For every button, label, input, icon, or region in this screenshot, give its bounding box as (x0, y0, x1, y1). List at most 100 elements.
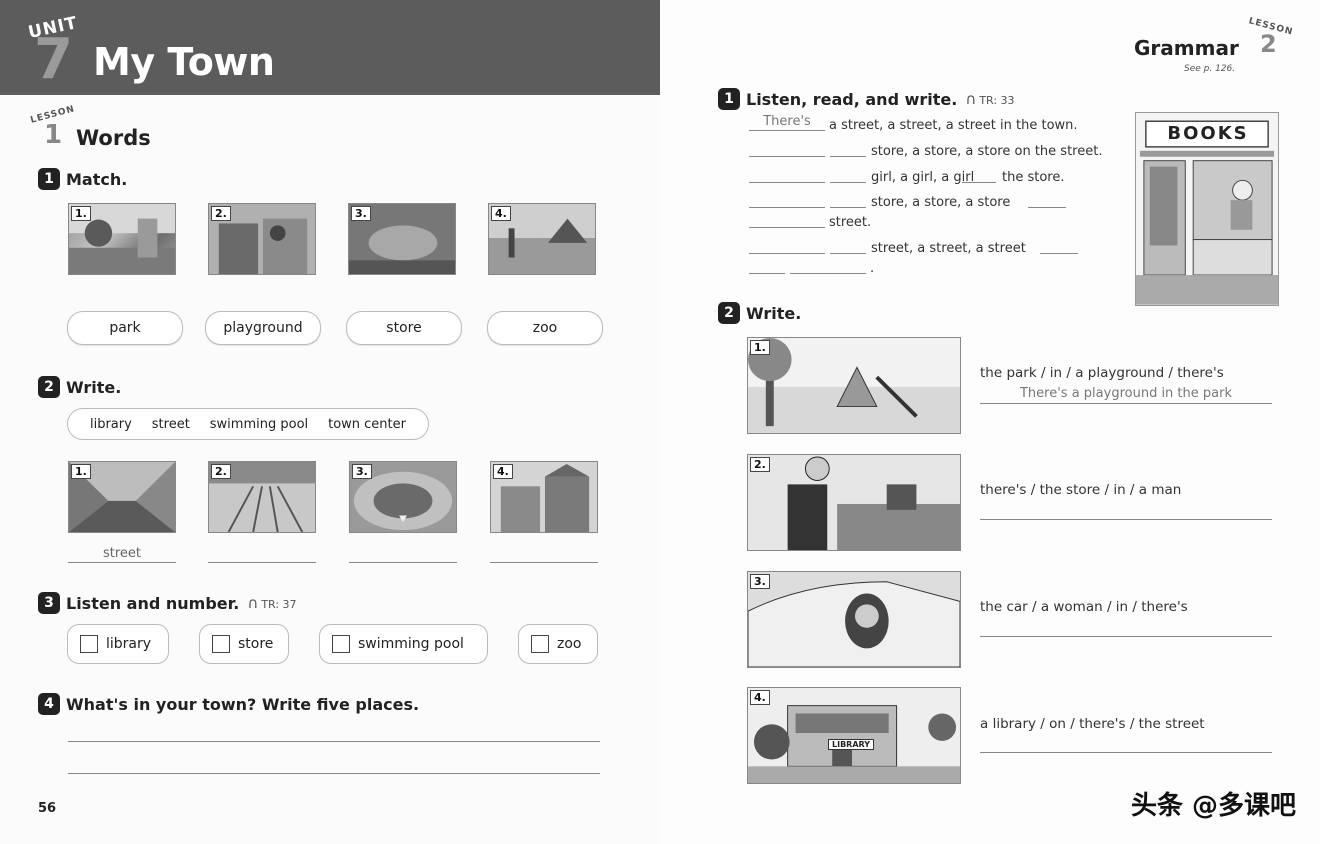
sample-answer: There's a playground in the park (1019, 386, 1232, 401)
photo-park: 1. (68, 203, 176, 275)
word-bank-item: library (89, 416, 132, 432)
word-bank: library street swimming pool town center (67, 408, 429, 440)
checkbox[interactable] (80, 635, 98, 653)
option-swimming-pool[interactable]: swimming pool (319, 624, 488, 664)
unit-header: UNIT 7 My Town (0, 0, 660, 95)
exercise-3-heading: 3 Listen and number. TR: 37 (38, 592, 297, 614)
grammar-exercise-2-heading: 2 Write. (718, 302, 801, 324)
photo-town-center: 4. (490, 461, 598, 533)
answer-line[interactable] (490, 562, 598, 563)
answer-street: street (102, 546, 142, 561)
left-page: UNIT 7 My Town LESSON 1 Words 1 Match. 1… (0, 0, 660, 844)
blank[interactable] (830, 182, 866, 183)
blank[interactable] (790, 273, 866, 274)
blank[interactable] (749, 227, 825, 228)
answer-line[interactable] (208, 562, 316, 563)
exercise-title: Listen and number. (66, 593, 240, 613)
answer-line[interactable] (980, 752, 1272, 753)
scrambled-prompt: a library / on / there's / the street (980, 716, 1205, 732)
word-bank-item: swimming pool (209, 416, 309, 432)
word-store[interactable]: store (346, 311, 462, 345)
grammar-title: Grammar (1134, 36, 1239, 60)
illustration-library: 4. LIBRARY (747, 687, 961, 784)
writing-line[interactable] (68, 773, 600, 774)
word-park[interactable]: park (67, 311, 183, 345)
song-line: street, a street, a street (871, 241, 1026, 256)
word-zoo[interactable]: zoo (487, 311, 603, 345)
blank[interactable] (830, 253, 866, 254)
answer-line[interactable] (980, 636, 1272, 637)
lesson-number: 1 (44, 120, 63, 150)
exercise-title: Listen, read, and write. (746, 89, 958, 109)
first-answer: There's (763, 114, 811, 129)
option-store[interactable]: store (199, 624, 289, 664)
answer-line[interactable] (68, 562, 176, 563)
audio-icon[interactable]: TR: 33 (965, 90, 1014, 108)
watermark: 头条 @多课吧 (1130, 791, 1296, 821)
page-number: 56 (38, 801, 57, 816)
answer-line[interactable] (980, 403, 1272, 404)
blank[interactable] (962, 182, 996, 183)
lesson-number: 2 (1260, 30, 1277, 58)
exercise-1-heading: 1 Match. (38, 168, 127, 190)
blank[interactable] (1040, 253, 1078, 254)
song-line: store, a store, a store (871, 195, 1011, 210)
option-library[interactable]: library (67, 624, 169, 664)
exercise-number: 3 (38, 592, 60, 614)
library-sign: LIBRARY (828, 739, 875, 750)
scrambled-prompt: there's / the store / in / a man (980, 482, 1182, 498)
word-playground[interactable]: playground (205, 311, 321, 345)
blank[interactable] (830, 156, 866, 157)
audio-icon[interactable]: TR: 37 (247, 594, 296, 612)
scrambled-prompt: the car / a woman / in / there's (980, 599, 1188, 615)
photo-library: 3. (349, 461, 457, 533)
exercise-2-heading: 2 Write. (38, 376, 121, 398)
checkbox[interactable] (332, 635, 350, 653)
blank[interactable] (830, 207, 866, 208)
exercise-title: Write. (746, 303, 802, 323)
period: . (870, 261, 875, 276)
blank[interactable] (749, 130, 825, 131)
blank[interactable] (749, 253, 825, 254)
exercise-number: 1 (718, 88, 740, 110)
song-line: the store. (1002, 170, 1065, 185)
word-bank-item: town center (328, 416, 406, 432)
illustration-park: 1. (747, 337, 961, 434)
blank[interactable] (749, 156, 825, 157)
see-page: See p. 126. (1184, 64, 1236, 74)
scrambled-prompt: the park / in / a playground / there's (980, 365, 1224, 381)
song-line: street. (829, 215, 872, 230)
song-line: a street, a street, a street in the town… (829, 118, 1078, 133)
unit-number: 7 (34, 27, 73, 92)
checkbox[interactable] (212, 635, 230, 653)
writing-line[interactable] (68, 741, 600, 742)
checkbox[interactable] (531, 635, 549, 653)
answer-line[interactable] (980, 519, 1272, 520)
books-sign: BOOKS (1167, 123, 1249, 144)
photo-swimming-pool: 2. (208, 461, 316, 533)
answer-line[interactable] (349, 562, 457, 563)
photo-playground: 4. (488, 203, 596, 275)
exercise-number: 1 (38, 168, 60, 190)
blank[interactable] (749, 207, 825, 208)
exercise-title: What's in your town? Write five places. (66, 694, 420, 714)
blank[interactable] (749, 182, 825, 183)
photo-street: 1. (68, 461, 176, 533)
grammar-exercise-1-heading: 1 Listen, read, and write. TR: 33 (718, 88, 1015, 110)
option-zoo[interactable]: zoo (518, 624, 598, 664)
word-bank-item: street (151, 416, 190, 432)
exercise-number: 4 (38, 693, 60, 715)
illustration-store: 2. (747, 454, 961, 551)
exercise-number: 2 (38, 376, 60, 398)
song-line: store, a store, a store on the street. (871, 144, 1103, 159)
unit-title: My Town (93, 40, 275, 84)
photo-store: 2. (208, 203, 316, 275)
exercise-title: Match. (66, 169, 128, 189)
song-line: girl, a girl, a girl (871, 170, 975, 185)
section-title: Words (76, 126, 151, 150)
right-page: Grammar LESSON 2 See p. 126. 1 Listen, r… (660, 0, 1320, 844)
exercise-title: Write. (66, 377, 122, 397)
blank[interactable] (749, 273, 785, 274)
illustration-car: 3. (747, 571, 961, 668)
blank[interactable] (1028, 207, 1066, 208)
